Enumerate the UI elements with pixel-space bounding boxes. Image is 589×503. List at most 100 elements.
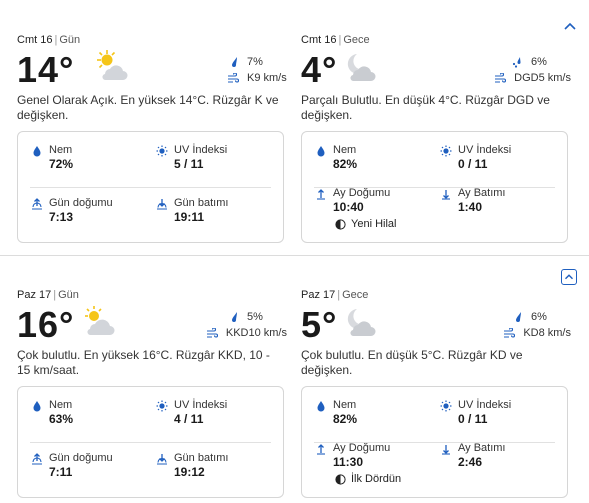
- precip-wind: 7% K9 km/s: [197, 54, 287, 86]
- day-panel: Cmt 16 | Gün 14° 7% K9 km/s Genel Olarak A…: [17, 0, 287, 255]
- moonrise-icon: [317, 189, 325, 200]
- uv-label: UV İndeksi: [458, 399, 512, 411]
- moon-phase-icon: [335, 218, 346, 230]
- uv-icon: [156, 145, 168, 157]
- sunset-value: 19:11: [174, 210, 205, 224]
- wind-icon: [206, 328, 218, 338]
- panel-heading: Paz 17 | Gün: [17, 289, 79, 301]
- part-label: Gece: [343, 34, 370, 46]
- day-panel: Paz 17 | Gün 16° 5% KKD10 km/s Çok bulutlu…: [17, 255, 287, 503]
- sunrise-icon: [32, 198, 42, 210]
- moonset-icon: [442, 445, 450, 455]
- uv-value: 0 / 11: [458, 412, 488, 426]
- uv-label: UV İndeksi: [174, 144, 228, 156]
- humidity-value: 82%: [333, 412, 358, 426]
- humidity-icon: [33, 401, 41, 412]
- sunset-label: Gün batımı: [174, 452, 229, 464]
- moonset-icon: [442, 190, 450, 200]
- humidity-value: 72%: [49, 157, 74, 171]
- sunrise-label: Gün doğumu: [49, 452, 113, 464]
- humidity-label: Nem: [49, 399, 73, 411]
- panel-heading: Cmt 16 | Gece: [301, 34, 370, 46]
- precip-wind: 6% KD8 km/s: [481, 309, 571, 341]
- precip-wind: 6% DGD5 km/s: [481, 54, 571, 86]
- day-detail-sunday: Paz 17 | Gün 16° 5% KKD10 km/s Çok bulutlu…: [0, 255, 589, 503]
- precip-value: 7%: [247, 56, 263, 68]
- date-label: Paz 17: [17, 289, 52, 301]
- humidity-value: 82%: [333, 157, 358, 171]
- moonset-label: Ay Batımı: [458, 442, 506, 454]
- date-label: Cmt 16: [301, 34, 337, 46]
- moonrise-value: 11:30: [333, 455, 364, 469]
- divider: [30, 187, 271, 188]
- wind-icon: [504, 328, 516, 338]
- moonrise-label: Ay Doğumu: [333, 442, 391, 454]
- sunrise-icon: [32, 453, 42, 465]
- date-label: Paz 17: [301, 289, 336, 301]
- uv-value: 4 / 11: [174, 412, 204, 426]
- sun-cloud-icon: [97, 50, 128, 81]
- date-label: Cmt 16: [17, 34, 53, 46]
- moon-phase-label: İlk Dördün: [351, 473, 402, 485]
- uv-label: UV İndeksi: [458, 144, 512, 156]
- part-label: Gün: [59, 34, 81, 46]
- part-label: Gece: [342, 289, 369, 301]
- moon-cloud-icon: [347, 309, 376, 337]
- humidity-icon: [33, 146, 41, 157]
- sunset-label: Gün batımı: [174, 197, 229, 209]
- humidity-value: 63%: [49, 412, 74, 426]
- humidity-label: Nem: [333, 399, 357, 411]
- moonset-label: Ay Batımı: [458, 187, 506, 199]
- moonrise-label: Ay Doğumu: [333, 187, 391, 199]
- wind-value: KKD10 km/s: [225, 327, 287, 339]
- uv-icon: [156, 400, 168, 412]
- uv-value: 0 / 11: [458, 157, 488, 171]
- precip-value: 6%: [531, 311, 547, 323]
- wind-icon: [228, 73, 239, 83]
- wind-value: DGD5 km/s: [514, 72, 571, 84]
- raindrop-icon: [232, 312, 237, 322]
- sunrise-label: Gün doğumu: [49, 197, 113, 209]
- temperature: 16°: [17, 304, 75, 345]
- wind-value: K9 km/s: [247, 72, 287, 84]
- sunrise-value: 7:11: [49, 465, 73, 479]
- detail-card: Nem 82% UV İndeksi 0 / 11 Ay Doğumu 10:4…: [301, 131, 568, 243]
- temperature: 4°: [301, 49, 338, 90]
- wind-value: KD8 km/s: [523, 327, 571, 339]
- moon-cloud-icon: [347, 54, 376, 82]
- sunrise-value: 7:13: [49, 210, 74, 224]
- precip-value: 5%: [247, 311, 263, 323]
- uv-label: UV İndeksi: [174, 399, 228, 411]
- forecast-description: Genel Olarak Açık. En yüksek 14°C. Rüzgâ…: [17, 93, 279, 122]
- night-panel: Cmt 16 | Gece 4° 6% DGD5 km/s Parçalı Bulu…: [301, 0, 571, 255]
- uv-icon: [440, 145, 452, 157]
- detail-card: Nem 72% UV İndeksi 5 / 11 Gün doğumu 7:1…: [17, 131, 284, 243]
- humidity-icon: [317, 401, 325, 412]
- forecast-description: Çok bulutlu. En düşük 5°C. Rüzgâr KD ve …: [301, 348, 523, 377]
- part-label: Gün: [58, 289, 79, 301]
- temperature: 5°: [301, 304, 338, 345]
- moonset-value: 1:40: [458, 200, 483, 214]
- humidity-label: Nem: [333, 144, 357, 156]
- day-detail-saturday: Cmt 16 | Gün 14° 7% K9 km/s Genel Olarak A…: [0, 0, 589, 255]
- forecast-description: Parçalı Bulutlu. En düşük 4°C. Rüzgâr DG…: [301, 93, 550, 122]
- moon-phase-icon: [335, 473, 346, 485]
- wind-icon: [495, 73, 507, 83]
- sunset-value: 19:12: [174, 465, 205, 479]
- divider: [30, 442, 271, 443]
- rain-snow-icon: [512, 57, 521, 68]
- night-panel: Paz 17 | Gece 5° 6% KD8 km/s Çok bulutlu. …: [301, 255, 571, 503]
- precip-value: 6%: [531, 56, 547, 68]
- sun-cloud-icon: [85, 306, 115, 336]
- moonrise-value: 10:40: [333, 200, 364, 214]
- humidity-icon: [317, 146, 325, 157]
- uv-icon: [440, 400, 452, 412]
- uv-value: 5 / 11: [174, 157, 204, 171]
- temperature: 14°: [17, 49, 75, 90]
- moonrise-icon: [317, 444, 325, 455]
- sunset-icon: [157, 454, 167, 465]
- raindrop-icon: [232, 57, 237, 67]
- moonset-value: 2:46: [458, 455, 483, 469]
- humidity-label: Nem: [49, 144, 73, 156]
- panel-heading: Cmt 16 | Gün: [17, 34, 81, 46]
